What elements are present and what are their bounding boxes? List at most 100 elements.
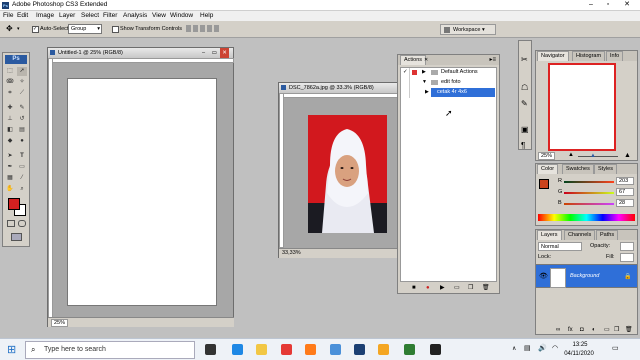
menu-view[interactable]: View — [152, 12, 166, 19]
menu-layer[interactable]: Layer — [59, 12, 75, 19]
tool-presets-icon[interactable]: ✂ — [521, 55, 528, 64]
workspace-button[interactable]: Workspace ▾ — [440, 24, 496, 35]
menu-edit[interactable]: Edit — [17, 12, 28, 19]
g-slider[interactable] — [564, 192, 614, 194]
g-field[interactable]: 67 — [616, 188, 634, 196]
foreground-color-swatch[interactable] — [8, 198, 20, 210]
info-icon[interactable]: ▣ — [521, 125, 529, 134]
maximize-icon[interactable]: ▭ — [212, 48, 217, 58]
move-tool-icon[interactable]: ➚ — [17, 67, 27, 76]
dialog-toggle-icon[interactable] — [412, 70, 417, 75]
expand-triangle-icon[interactable]: ▶ — [425, 88, 429, 97]
tab-actions[interactable]: Actions — [400, 55, 427, 65]
action-set-edit-foto[interactable]: ▼ edit foto — [401, 78, 496, 87]
slice-tool-icon[interactable]: ⟋ — [17, 89, 27, 98]
link-icon[interactable]: ∞ — [556, 325, 560, 335]
auto-select-checkbox[interactable]: ✓ — [32, 26, 39, 33]
menu-window[interactable]: Window — [170, 12, 193, 19]
close-button[interactable]: ✕ — [620, 0, 634, 10]
clock-time[interactable]: 13:25 — [562, 342, 598, 348]
new-set-icon[interactable]: ▭ — [454, 283, 460, 293]
tab-styles[interactable]: Styles — [594, 164, 617, 174]
hand-tool-icon[interactable]: ✋ — [5, 185, 15, 194]
volume-icon[interactable]: 🔊 — [538, 344, 547, 352]
b-slider[interactable] — [564, 203, 614, 205]
cmd-icon[interactable] — [430, 344, 441, 355]
action-cetak-4r[interactable]: ▶ cetak 4r 4x6 — [425, 88, 495, 97]
show-transform-checkbox[interactable] — [112, 26, 119, 33]
media-icon[interactable] — [404, 344, 415, 355]
opacity-field[interactable] — [620, 242, 634, 251]
healing-brush-icon[interactable]: ✚ — [5, 104, 15, 113]
mask-icon[interactable]: ◘ — [580, 325, 584, 335]
standard-mode-icon[interactable] — [7, 220, 15, 227]
edge-icon[interactable] — [232, 344, 243, 355]
notification-icon[interactable]: ▭ — [612, 344, 619, 352]
foreground-swatch[interactable] — [539, 179, 549, 189]
action-set-default[interactable]: ✓ ▶ Default Actions — [401, 68, 496, 77]
navigator-preview[interactable] — [548, 63, 616, 151]
zoom-out-icon[interactable]: ▲ — [568, 152, 574, 158]
app-icon[interactable] — [330, 344, 341, 355]
portrait-photo[interactable] — [308, 115, 387, 233]
align-right-icon[interactable] — [214, 25, 219, 32]
tab-info[interactable]: Info — [606, 51, 624, 61]
r-field[interactable]: 203 — [616, 177, 634, 185]
new-action-icon[interactable]: ❐ — [468, 283, 473, 293]
r-slider[interactable] — [564, 181, 614, 183]
zoom-field[interactable]: 33,33% — [282, 250, 301, 256]
align-left-icon[interactable] — [207, 25, 212, 32]
new-layer-icon[interactable]: ❐ — [614, 325, 619, 335]
group-icon[interactable]: ▭ — [604, 325, 610, 335]
tab-color[interactable]: Color — [537, 164, 559, 174]
screen-mode-icon[interactable] — [11, 233, 22, 241]
record-icon[interactable]: ● — [426, 283, 430, 293]
marquee-tool-icon[interactable]: ⬚ — [5, 67, 15, 76]
fx-icon[interactable]: fx — [568, 325, 573, 335]
layer-row-background[interactable]: 👁 Background 🔒 — [536, 264, 637, 288]
zoom-tool-icon[interactable]: ⌕ — [17, 185, 27, 194]
menu-filter[interactable]: Filter — [103, 12, 117, 19]
tab-histogram[interactable]: Histogram — [572, 51, 606, 61]
windows-start-icon[interactable]: ⊞ — [7, 343, 16, 356]
menu-select[interactable]: Select — [81, 12, 99, 19]
chrome-icon[interactable] — [281, 344, 292, 355]
navigator-zoom-field[interactable]: 25% — [538, 152, 556, 160]
trash-icon[interactable]: 🗑 — [482, 283, 490, 293]
move-tool-icon[interactable]: ✥ — [6, 24, 13, 33]
tool-preset-arrow-icon[interactable]: ▾ — [17, 26, 20, 32]
task-view-icon[interactable] — [205, 344, 216, 355]
blank-canvas[interactable] — [67, 78, 217, 306]
auto-select-dropdown[interactable]: Group ▾ — [68, 24, 102, 34]
app2-icon[interactable] — [378, 344, 389, 355]
eraser-tool-icon[interactable]: ◧ — [5, 126, 15, 135]
blend-mode-dropdown[interactable]: Normal — [538, 242, 582, 251]
file-explorer-icon[interactable] — [256, 344, 267, 355]
align-bottom-icon[interactable] — [200, 25, 205, 32]
notes-tool-icon[interactable]: ▦ — [5, 174, 15, 183]
expand-triangle-icon[interactable]: ▶ — [422, 68, 426, 77]
crop-tool-icon[interactable]: ⌗ — [5, 89, 15, 98]
paragraph-icon[interactable]: ¶ — [521, 141, 525, 150]
menu-image[interactable]: Image — [36, 12, 54, 19]
history-icon[interactable]: ☖ — [521, 83, 528, 92]
b-field[interactable]: 28 — [616, 199, 634, 207]
stop-icon[interactable]: ■ — [412, 283, 416, 293]
photoshop-icon[interactable] — [354, 344, 365, 355]
align-middle-icon[interactable] — [193, 25, 198, 32]
color-ramp[interactable] — [538, 214, 635, 221]
minimize-button[interactable]: – — [584, 0, 598, 10]
expand-triangle-icon[interactable]: ▼ — [422, 78, 427, 87]
eye-icon[interactable]: 👁 — [539, 272, 548, 280]
dodge-tool-icon[interactable]: ● — [17, 137, 27, 146]
lasso-tool-icon[interactable]: ↂ — [5, 78, 15, 87]
fill-field[interactable] — [620, 253, 634, 262]
shape-tool-icon[interactable]: ▭ — [17, 163, 27, 172]
tab-navigator[interactable]: Navigator — [537, 51, 569, 61]
zoom-field[interactable]: 25% — [51, 319, 69, 327]
play-icon[interactable]: ▶ — [440, 283, 445, 293]
quick-mask-icon[interactable] — [18, 220, 26, 227]
menu-file[interactable]: File — [3, 12, 13, 19]
adjustment-icon[interactable]: ◐ — [592, 325, 596, 335]
eyedropper-icon[interactable]: ⁄ — [17, 174, 27, 183]
